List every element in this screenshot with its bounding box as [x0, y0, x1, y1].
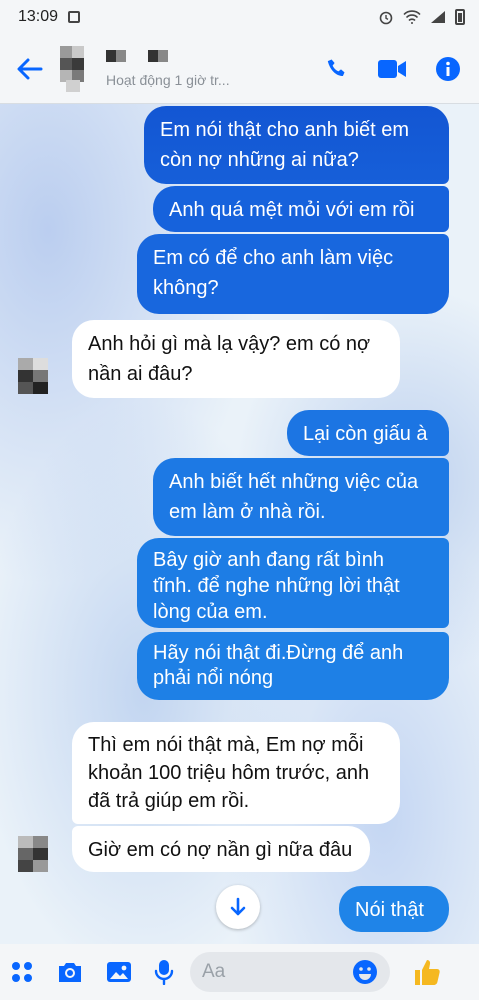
message-line: Bây giờ anh đang rất bình — [153, 549, 385, 571]
message-sent[interactable]: Nói thật — [339, 886, 449, 932]
message-sent[interactable]: Bây giờ anh đang rất bình tĩnh. để nghe … — [137, 538, 449, 628]
composer-bar: Aa — [0, 944, 479, 1000]
gallery-icon — [107, 962, 131, 982]
more-actions-button[interactable] — [10, 960, 34, 984]
message-line: Anh hỏi gì mà lạ vậy? em có nợ — [88, 333, 371, 355]
info-button[interactable] — [435, 56, 461, 82]
header-actions — [325, 56, 461, 82]
message-line: còn nợ những ai nữa? — [160, 149, 359, 171]
message-sent[interactable]: Lại còn giấu à — [287, 410, 449, 456]
message-line: Em có để cho anh làm việc — [153, 247, 394, 269]
message-received[interactable]: Thì em nói thật mà, Em nợ mỗi khoản 100 … — [72, 722, 400, 824]
emoji-icon — [353, 960, 377, 984]
message-line: Em nói thật cho anh biết em — [160, 119, 410, 141]
message-sent[interactable]: Hãy nói thật đi.Đừng để anh phải nổi nón… — [137, 632, 449, 700]
contact-avatar[interactable] — [60, 45, 94, 92]
emoji-button[interactable] — [352, 959, 378, 985]
microphone-icon — [154, 960, 174, 985]
conversation-header: Hoạt động 1 giờ tr... — [0, 34, 479, 104]
presence-status: Hoạt động 1 giờ tr... — [106, 71, 230, 88]
arrow-down-icon — [230, 897, 246, 916]
scroll-to-bottom-button[interactable] — [216, 885, 260, 929]
message-line: Giờ em có nợ nần gì nữa đâu — [88, 839, 353, 861]
message-line: Nói thật — [355, 899, 424, 921]
contact-info[interactable]: Hoạt động 1 giờ tr... — [106, 49, 230, 88]
video-icon — [378, 59, 406, 78]
message-sent[interactable]: Anh biết hết những việc của em làm ở nhà… — [153, 458, 449, 536]
message-sent[interactable]: Em nói thật cho anh biết em còn nợ những… — [144, 106, 449, 184]
message-received[interactable]: Anh hỏi gì mà lạ vậy? em có nợ nần ai đâ… — [72, 320, 400, 398]
contact-name — [106, 49, 230, 64]
status-bar: 13:09 — [0, 0, 479, 34]
battery-icon — [455, 9, 465, 25]
notification-icon — [68, 11, 81, 23]
thumbs-up-icon — [415, 960, 440, 985]
sender-avatar[interactable] — [18, 836, 48, 872]
message-line: Hãy nói thật đi.Đừng để anh — [153, 642, 404, 664]
phone-icon — [327, 59, 345, 76]
alarm-icon — [379, 11, 393, 25]
message-line: Thì em nói thật mà, Em nợ mỗi — [88, 734, 364, 756]
message-thread[interactable]: Em nói thật cho anh biết em còn nợ những… — [0, 104, 479, 944]
message-line: phải nổi nóng — [153, 667, 274, 689]
message-sent[interactable]: Em có để cho anh làm việc không? — [137, 234, 449, 314]
message-line: khoản 100 triệu hôm trước, anh — [88, 762, 370, 784]
message-placeholder: Aa — [202, 961, 226, 982]
camera-icon — [59, 963, 81, 982]
voice-button[interactable] — [154, 959, 174, 985]
status-time: 13:09 — [18, 8, 59, 25]
message-line: lòng của em. — [153, 601, 268, 623]
video-call-button[interactable] — [377, 58, 407, 80]
message-line: Lại còn giấu à — [303, 423, 428, 445]
like-button[interactable] — [412, 957, 442, 987]
wifi-icon — [403, 10, 421, 24]
message-line: tĩnh. để nghe những lời thật — [153, 575, 400, 597]
message-line: nần ai đâu? — [88, 363, 193, 385]
message-received[interactable]: Giờ em có nợ nần gì nữa đâu — [72, 826, 370, 872]
message-line: Anh biết hết những việc của — [169, 471, 419, 493]
message-line: không? — [153, 277, 219, 299]
status-indicators — [378, 9, 465, 25]
menu-grid-icon — [12, 962, 32, 982]
signal-icon — [431, 11, 445, 23]
back-arrow-icon — [17, 58, 43, 79]
message-input[interactable]: Aa — [190, 952, 390, 992]
message-line: Anh quá mệt mỏi với em rồi — [169, 199, 415, 221]
back-button[interactable] — [0, 34, 60, 104]
message-line: em làm ở nhà rồi. — [169, 501, 326, 523]
call-button[interactable] — [325, 57, 349, 81]
info-icon — [436, 56, 460, 81]
message-line: đã trả giúp em rồi. — [88, 790, 250, 812]
camera-button[interactable] — [56, 960, 84, 984]
sender-avatar[interactable] — [18, 358, 48, 394]
gallery-button[interactable] — [106, 960, 132, 984]
message-sent[interactable]: Anh quá mệt mỏi với em rồi — [153, 186, 449, 232]
